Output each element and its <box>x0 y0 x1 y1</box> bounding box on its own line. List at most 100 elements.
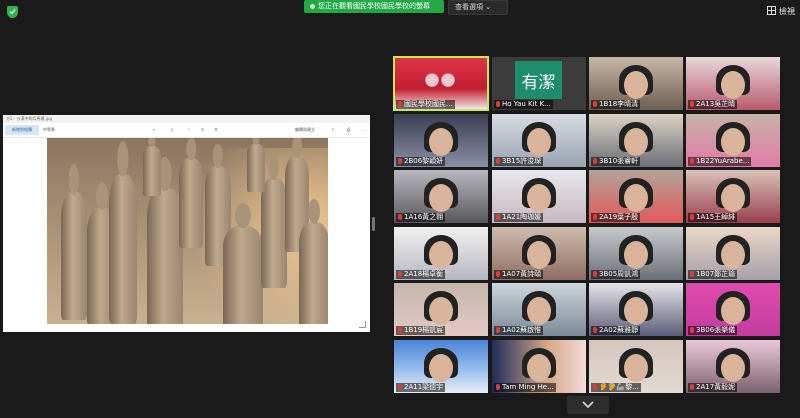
chevron-down-icon <box>582 401 594 409</box>
participant-tile[interactable]: 3B05周凱鴻 <box>589 227 683 280</box>
participant-name: 👂🦻🦾黎... <box>599 383 639 391</box>
participant-tile[interactable]: 1A21陶珈媛 <box>492 170 586 223</box>
participant-tile[interactable]: 1A07黃詩頤 <box>492 227 586 280</box>
participant-name-label: 2A11梁德宇 <box>396 383 446 392</box>
expand-icon[interactable] <box>359 321 366 328</box>
muted-mic-icon <box>496 271 500 277</box>
favorite-icon[interactable]: ♡ <box>187 127 191 132</box>
participant-tile[interactable]: 1B18李晴清 <box>589 57 683 110</box>
participant-name-label: 2A18楊卓衡 <box>396 270 446 279</box>
participant-tile[interactable]: 1A02蘇啟惟 <box>492 283 586 336</box>
participant-face <box>527 297 551 325</box>
participant-name-label: Tam Ming He... <box>494 383 556 392</box>
participant-name-label: 3B15許浚琛 <box>494 157 544 166</box>
participant-tile[interactable]: 國民學校國民... <box>393 56 489 111</box>
participant-name: 2A18楊卓衡 <box>404 270 444 278</box>
participant-face <box>624 71 648 99</box>
zoom-icon[interactable]: ⌕ <box>153 127 155 132</box>
participant-name: 3B10張睿軒 <box>599 157 639 165</box>
muted-mic-icon <box>398 271 402 277</box>
participant-name: 3B15許浚琛 <box>502 157 542 165</box>
edit-create-label[interactable]: 編輯與建立 <box>295 127 315 133</box>
grid-view-icon <box>767 6 776 15</box>
participant-tile[interactable]: 1A16黃之翱 <box>394 170 488 223</box>
muted-mic-icon <box>496 101 500 107</box>
participant-name: 1B18李晴清 <box>599 100 639 108</box>
participant-face <box>429 297 453 325</box>
participant-name-label: 1B18李晴清 <box>591 100 641 109</box>
split-divider-handle[interactable] <box>372 217 375 231</box>
muted-mic-icon <box>690 271 694 277</box>
status-dot-icon <box>310 3 315 9</box>
participant-tile[interactable]: 3B10張睿軒 <box>589 114 683 167</box>
chevron-down-icon: ⌄ <box>485 3 492 11</box>
participant-face <box>527 128 551 156</box>
muted-mic-icon <box>593 214 597 220</box>
participant-face <box>527 354 551 382</box>
participant-name-label: 1A21陶珈媛 <box>494 213 544 222</box>
participant-name-label: 2A17黃毅妮 <box>688 383 738 392</box>
participant-name: 1B22YuArabe... <box>696 157 750 165</box>
participant-face <box>624 241 648 269</box>
show-more-button[interactable] <box>567 396 609 414</box>
participant-face <box>527 241 551 269</box>
add-to-album-button[interactable]: 新增到相簿 <box>5 125 39 135</box>
muted-mic-icon <box>496 384 500 390</box>
participant-name: 2A17黃毅妮 <box>696 383 736 391</box>
participant-tile[interactable]: 👂🦻🦾黎... <box>589 340 683 393</box>
share-icon[interactable]: ⇪ <box>331 127 334 132</box>
viewing-label: 您正在觀看國民學校國民學校的螢幕 <box>318 2 430 10</box>
participant-tile[interactable]: 2A11梁德宇 <box>394 340 488 393</box>
participant-face <box>429 128 453 156</box>
participant-tile[interactable]: 2A13吳芷晴 <box>686 57 780 110</box>
view-options-label: 查看選項 <box>455 3 483 11</box>
muted-mic-icon <box>593 271 597 277</box>
muted-mic-icon <box>690 158 694 164</box>
participant-name-label: 1B22YuArabe... <box>688 157 752 166</box>
security-shield-icon[interactable] <box>7 6 18 18</box>
participant-name-label: 3B05周凱鴻 <box>591 270 641 279</box>
print-icon[interactable]: ⎙ <box>347 127 350 132</box>
participant-video <box>420 69 460 97</box>
viewing-screen-banner: 您正在觀看國民學校國民學校的螢幕 <box>304 0 444 13</box>
participant-name-label: 1A16黃之翱 <box>396 213 446 222</box>
participant-face <box>624 128 648 156</box>
participant-tile[interactable]: 1B07鄭芷瑜 <box>686 227 780 280</box>
participant-name: 1A16黃之翱 <box>404 213 444 221</box>
shared-screen[interactable]: 方5 - 沙漠中的兵馬俑.jpg 新增到相簿 中等景 ⌕ ▯ ♡ ↻ ⌗ 編輯與… <box>3 115 370 332</box>
participant-tile[interactable]: 2A18楊卓衡 <box>394 227 488 280</box>
more-icon[interactable]: … <box>361 127 365 132</box>
muted-mic-icon <box>496 214 500 220</box>
participant-face <box>429 354 453 382</box>
participant-tile[interactable]: 1A15王綽緋 <box>686 170 780 223</box>
participant-name: 2A11梁德宇 <box>404 383 444 391</box>
participant-name: Tam Ming He... <box>502 383 554 391</box>
participant-tile[interactable]: 1B19楊凱宸 <box>394 283 488 336</box>
participant-name-label: 2A19葉子殷 <box>591 213 641 222</box>
muted-mic-icon <box>593 384 597 390</box>
participant-face <box>624 354 648 382</box>
participant-tile[interactable]: 2A02蘇雅靜 <box>589 283 683 336</box>
participant-name-label: 1B19楊凱宸 <box>396 326 446 335</box>
delete-icon[interactable]: ▯ <box>171 127 173 132</box>
muted-mic-icon <box>398 214 402 220</box>
view-options-button[interactable]: 查看選項 ⌄ <box>448 0 508 15</box>
participant-tile[interactable]: Tam Ming He... <box>492 340 586 393</box>
participant-face <box>624 297 648 325</box>
participant-name-label: Ho Yau Kit K... <box>494 100 553 109</box>
participant-tile[interactable]: 3B15許浚琛 <box>492 114 586 167</box>
participant-name: 1B19楊凱宸 <box>404 326 444 334</box>
participant-face <box>624 184 648 212</box>
rotate-icon[interactable]: ↻ <box>201 127 204 132</box>
muted-mic-icon <box>690 214 694 220</box>
participant-tile[interactable]: 1B22YuArabe... <box>686 114 780 167</box>
avatar: 有潔 <box>515 61 562 99</box>
participant-tile[interactable]: 2B06黎穎妍 <box>394 114 488 167</box>
crop-icon[interactable]: ⌗ <box>215 127 217 132</box>
switch-view-button[interactable]: 檢視 <box>767 6 795 17</box>
participant-tile[interactable]: 有潔 Ho Yau Kit K... <box>492 57 586 110</box>
participant-face <box>429 184 453 212</box>
participant-tile[interactable]: 2A17黃毅妮 <box>686 340 780 393</box>
participant-tile[interactable]: 2A19葉子殷 <box>589 170 683 223</box>
participant-tile[interactable]: 3B06張樂儀 <box>686 283 780 336</box>
